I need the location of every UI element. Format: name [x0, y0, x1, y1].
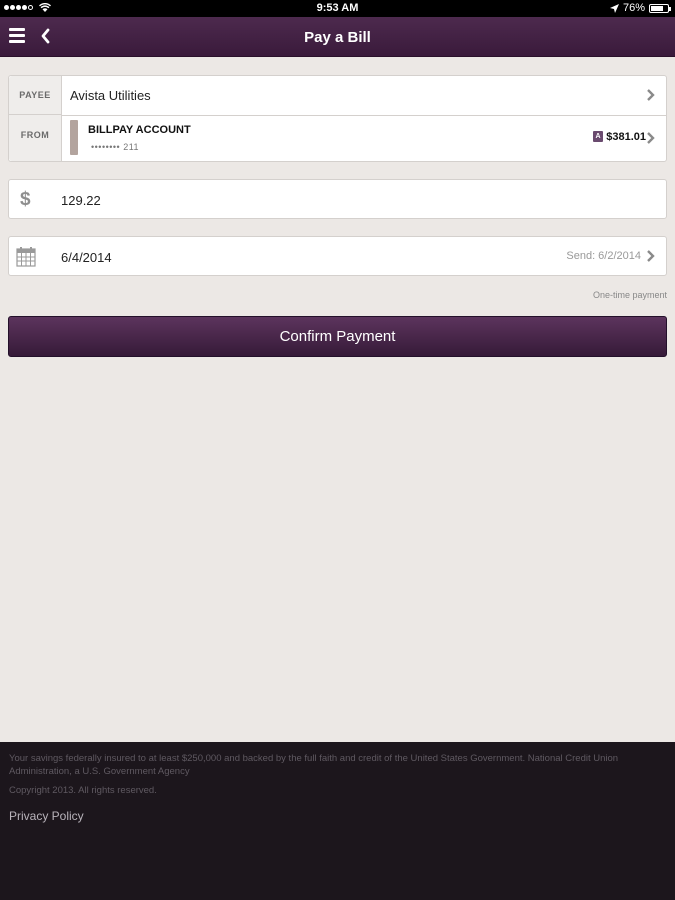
privacy-policy-link[interactable]: Privacy Policy	[9, 809, 84, 823]
page-title: Pay a Bill	[304, 29, 371, 46]
date-field[interactable]: 6/4/2014 Send: 6/2/2014	[8, 236, 667, 276]
status-right: 76%	[609, 2, 671, 14]
status-time: 9:53 AM	[316, 2, 359, 14]
confirm-payment-button[interactable]: Confirm Payment	[8, 316, 667, 357]
battery-level	[651, 5, 664, 11]
from-label: FROM	[9, 115, 62, 161]
send-date: Send: 6/2/2014	[566, 250, 641, 262]
dollar-icon: $	[20, 189, 31, 210]
amount-field[interactable]: $ 129.22	[8, 179, 667, 219]
footer: Your savings federally insured to at lea…	[0, 742, 675, 900]
from-chevron-icon[interactable]	[646, 131, 656, 145]
payee-from-card: PAYEE Avista Utilities FROM BILLPAY ACCO…	[8, 75, 667, 162]
payment-frequency[interactable]: One-time payment	[593, 290, 667, 300]
battery-icon	[649, 3, 671, 13]
status-bar: 9:53 AM 76%	[0, 0, 675, 17]
from-account-number: •••••••• 211	[91, 142, 140, 152]
account-balance: $381.01	[606, 131, 646, 143]
payee-selector[interactable]: Avista Utilities	[70, 88, 151, 103]
date-chevron-icon[interactable]	[646, 249, 656, 263]
payee-chevron-icon[interactable]	[646, 88, 656, 102]
amount-input[interactable]: 129.22	[61, 193, 101, 208]
footer-copyright: Copyright 2013. All rights reserved.	[9, 785, 157, 796]
battery-percent: 76%	[622, 2, 645, 14]
from-account-name[interactable]: BILLPAY ACCOUNT	[88, 124, 191, 136]
footer-disclaimer: Your savings federally insured to at lea…	[9, 753, 619, 777]
account-badge: A	[593, 131, 603, 142]
location-arrow-icon	[609, 3, 619, 13]
calendar-icon	[16, 247, 36, 267]
navigation-bar: Pay a Bill	[0, 17, 675, 57]
payee-label: PAYEE	[9, 76, 62, 115]
account-color-bar	[70, 120, 78, 155]
row-divider	[62, 115, 666, 116]
payment-date[interactable]: 6/4/2014	[61, 250, 112, 265]
